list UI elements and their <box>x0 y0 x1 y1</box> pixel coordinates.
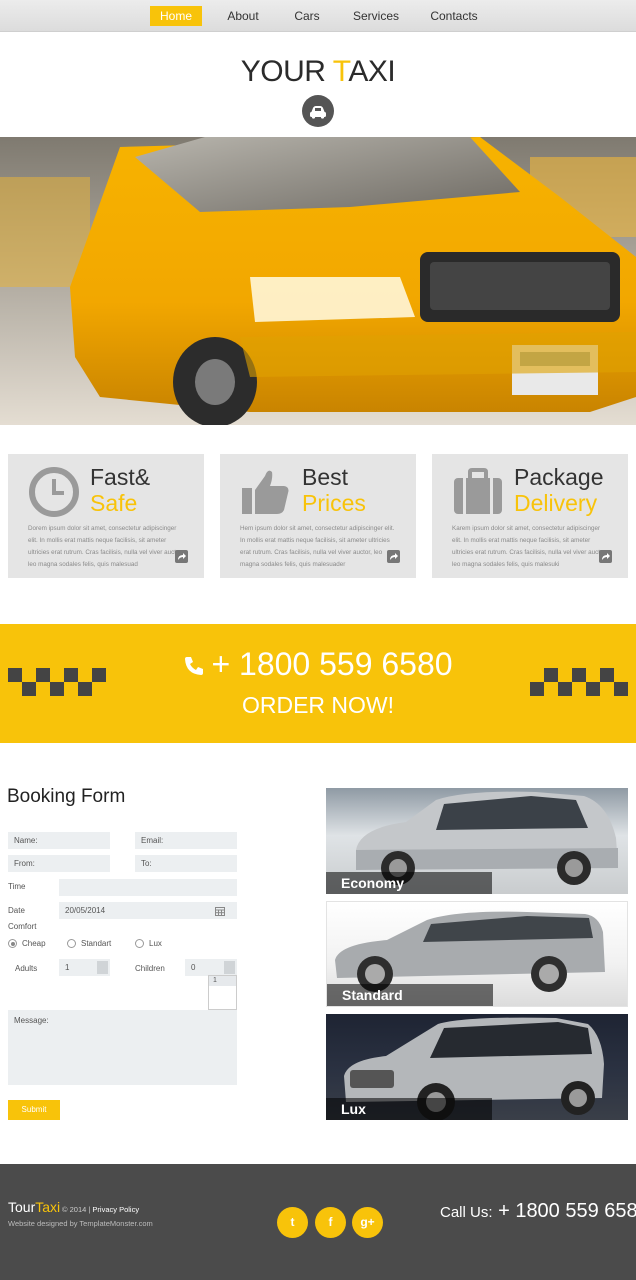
radio-lux[interactable] <box>135 939 144 948</box>
google-plus-icon[interactable]: g+ <box>352 1207 383 1238</box>
car-economy[interactable]: Economy <box>326 788 628 894</box>
car-label: Economy <box>326 872 492 894</box>
booking-form-title: Booking Form <box>7 786 126 807</box>
hero-taxi-image <box>0 137 636 425</box>
name-field[interactable]: Name: <box>8 832 110 849</box>
chevron-down-icon <box>97 961 108 974</box>
car-icon <box>302 95 334 127</box>
logo-accent: T <box>332 55 349 88</box>
feature-text: Dorem ipsum dolor sit amet, consectetur … <box>28 525 184 568</box>
briefcase-icon <box>452 466 504 518</box>
adults-label: Adults <box>15 964 38 973</box>
nav-home[interactable]: Home <box>150 6 202 26</box>
call-number: + 1800 559 6580 <box>498 1200 636 1222</box>
brand-part1: Tour <box>8 1199 36 1215</box>
footer-brand[interactable]: TourTaxi <box>8 1199 60 1215</box>
feature-title: Package <box>514 464 604 490</box>
date-value: 20/05/2014 <box>65 906 106 915</box>
feature-subtitle: Safe <box>90 490 138 516</box>
radio-cheap[interactable] <box>8 939 17 948</box>
feature-subtitle: Delivery <box>514 490 598 516</box>
radio-standart-label: Standart <box>81 939 112 948</box>
children-label: Children <box>135 964 165 973</box>
children-value: 0 <box>191 963 196 972</box>
nav-cars[interactable]: Cars <box>290 6 324 26</box>
order-phone-number: + 1800 559 6580 <box>211 646 453 682</box>
car-standard[interactable]: Standard <box>326 901 628 1007</box>
car-label: Lux <box>326 1098 492 1120</box>
privacy-policy-link[interactable]: Privacy Policy <box>92 1205 139 1214</box>
facebook-icon[interactable]: f <box>315 1207 346 1238</box>
top-navigation: Home About Cars Services Contacts <box>0 0 636 32</box>
chevron-down-icon <box>224 961 235 974</box>
time-label: Time <box>8 882 26 891</box>
nav-about[interactable]: About <box>222 6 264 26</box>
feature-subtitle: Prices <box>302 490 366 516</box>
thumbs-up-icon <box>240 466 292 518</box>
footer-credit[interactable]: Website designed by TemplateMonster.com <box>8 1219 153 1228</box>
adults-value: 1 <box>65 963 70 972</box>
brand-part2: Taxi <box>35 1199 61 1215</box>
dropdown-option[interactable]: 1 <box>209 976 236 986</box>
children-select[interactable]: 0 <box>185 959 237 976</box>
copyright-text: © 2014 | <box>62 1205 91 1214</box>
clock-icon <box>28 466 80 518</box>
logo-part2: AXI <box>348 55 396 88</box>
radio-lux-label: Lux <box>149 939 162 948</box>
order-phone[interactable]: + 1800 559 6580 <box>0 646 636 685</box>
footer-copyright: © 2014 | Privacy Policy <box>62 1205 139 1214</box>
share-arrow-icon[interactable] <box>175 550 188 563</box>
feature-title: Best <box>302 464 349 490</box>
feature-fast-safe: Fast& Safe Dorem ipsum dolor sit amet, c… <box>8 454 204 578</box>
footer-call[interactable]: Call Us: + 1800 559 6580 <box>440 1200 636 1223</box>
twitter-icon[interactable]: t <box>277 1207 308 1238</box>
feature-best-prices: Best Prices Hem ipsum dolor sit amet, co… <box>220 454 416 578</box>
car-lux[interactable]: Lux <box>326 1014 628 1120</box>
order-now-button[interactable]: ORDER NOW! <box>0 692 636 719</box>
feature-package-delivery: Package Delivery Karem ipsum dolor sit a… <box>432 454 628 578</box>
feature-title: Fast& <box>90 464 151 490</box>
share-arrow-icon[interactable] <box>387 550 400 563</box>
logo-part1: YOUR <box>240 55 333 88</box>
car-label: Standard <box>327 984 493 1006</box>
feature-text: Hem ipsum dolor sit amet, consectetur ad… <box>240 525 395 568</box>
nav-contacts[interactable]: Contacts <box>428 6 480 26</box>
share-arrow-icon[interactable] <box>599 550 612 563</box>
radio-cheap-label: Cheap <box>22 939 46 948</box>
nav-services[interactable]: Services <box>350 6 402 26</box>
calendar-icon[interactable] <box>215 905 225 916</box>
submit-button[interactable]: Submit <box>8 1100 60 1120</box>
phone-icon <box>183 648 205 685</box>
from-field[interactable]: From: <box>8 855 110 872</box>
email-field[interactable]: Email: <box>135 832 237 849</box>
call-label: Call Us: <box>440 1204 493 1221</box>
date-field[interactable]: 20/05/2014 <box>59 902 237 919</box>
message-field[interactable]: Message: <box>8 1010 237 1085</box>
feature-text: Karem ipsum dolor sit amet, consectetur … <box>452 525 608 568</box>
adults-select[interactable]: 1 <box>59 959 110 976</box>
time-field[interactable] <box>59 879 237 896</box>
to-field[interactable]: To: <box>135 855 237 872</box>
radio-standart[interactable] <box>67 939 76 948</box>
date-label: Date <box>8 906 25 915</box>
comfort-label: Comfort <box>8 922 37 931</box>
children-dropdown-list[interactable]: 1 <box>208 975 237 1010</box>
site-logo[interactable]: YOUR TAXI <box>0 55 636 89</box>
